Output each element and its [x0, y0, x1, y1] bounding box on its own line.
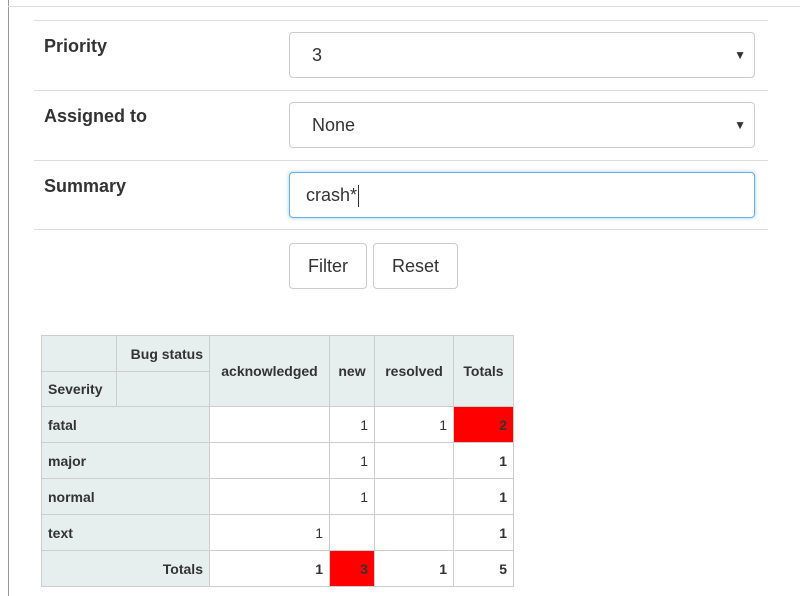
pivot-corner-cell	[41, 335, 117, 372]
pivot-cell: 1	[329, 442, 375, 479]
filter-form: Priority 3 ▼ Assigned to None ▼ Summary …	[34, 20, 768, 230]
pivot-cell: 1	[329, 478, 375, 515]
col-header-acknowledged: acknowledged	[209, 335, 330, 407]
table-row: text 1 1	[41, 514, 514, 551]
summary-label: Summary	[44, 176, 127, 196]
col-header-resolved: resolved	[374, 335, 454, 407]
row-label-text: text	[41, 514, 210, 551]
pivot-cell: 1	[329, 406, 375, 443]
pivot-cell	[374, 478, 454, 515]
pivot-cell	[374, 514, 454, 551]
priority-value: 3	[312, 45, 323, 65]
grand-total-cell: 5	[453, 550, 514, 587]
reset-button[interactable]: Reset	[373, 243, 458, 289]
assigned-label: Assigned to	[44, 106, 148, 126]
page-frame-left	[8, 0, 9, 596]
col-attr-label: Bug status	[116, 335, 210, 372]
chevron-down-icon: ▼	[734, 48, 746, 62]
col-total-cell: 1	[209, 550, 330, 587]
col-total-cell: 3	[329, 550, 375, 587]
row-total-cell: 2	[453, 406, 514, 443]
filter-button[interactable]: Filter	[289, 243, 367, 289]
page-frame-top	[8, 6, 800, 7]
pivot-cell	[329, 514, 375, 551]
priority-select[interactable]: 3 ▼	[289, 32, 755, 78]
row-total-cell: 1	[453, 442, 514, 479]
priority-label: Priority	[44, 36, 108, 56]
row-attr-label: Severity	[41, 371, 117, 407]
summary-input[interactable]: crash*	[289, 172, 755, 218]
pivot-cell	[374, 442, 454, 479]
assigned-row: Assigned to None ▼	[34, 90, 768, 160]
row-total-cell: 1	[453, 514, 514, 551]
priority-row: Priority 3 ▼	[34, 20, 768, 90]
chevron-down-icon: ▼	[734, 118, 746, 132]
row-attr-spacer	[116, 371, 210, 407]
pivot-table: Bug status acknowledged new resolved Tot…	[41, 335, 514, 587]
pivot-cell	[209, 478, 330, 515]
totals-row: Totals 1 3 1 5	[41, 550, 514, 587]
summary-row: Summary crash*	[34, 160, 768, 230]
table-row: normal 1 1	[41, 478, 514, 515]
row-label-major: major	[41, 442, 210, 479]
pivot-cell	[209, 442, 330, 479]
col-header-new: new	[329, 335, 375, 407]
pivot-cell: 1	[209, 514, 330, 551]
row-label-normal: normal	[41, 478, 210, 515]
assigned-value: None	[312, 115, 356, 135]
summary-value: crash*	[306, 185, 358, 205]
pivot-cell: 1	[374, 406, 454, 443]
text-cursor	[358, 185, 360, 208]
table-row: fatal 1 1 2	[41, 406, 514, 443]
pivot-cell	[209, 406, 330, 443]
row-total-cell: 1	[453, 478, 514, 515]
assigned-select[interactable]: None ▼	[289, 102, 755, 148]
table-row: major 1 1	[41, 442, 514, 479]
totals-row-label: Totals	[41, 550, 210, 587]
col-header-totals: Totals	[453, 335, 514, 407]
row-label-fatal: fatal	[41, 406, 210, 443]
col-total-cell: 1	[374, 550, 454, 587]
